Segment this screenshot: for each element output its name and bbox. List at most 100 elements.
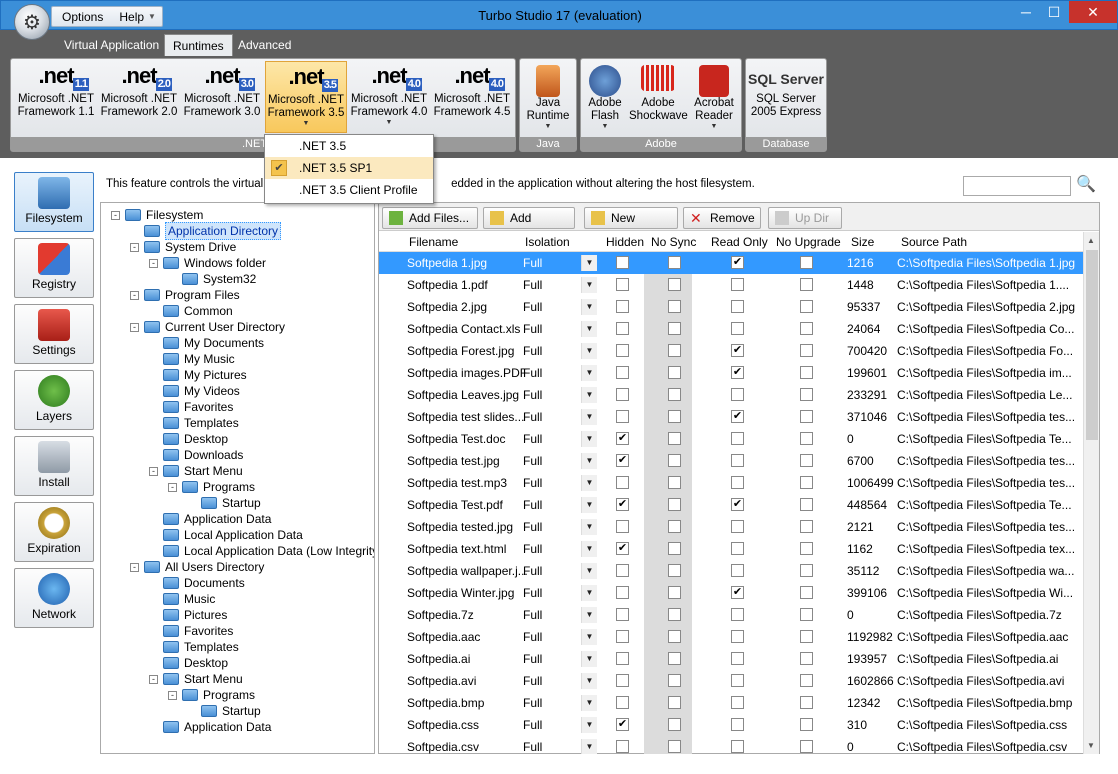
close-button[interactable]: ✕ (1069, 1, 1117, 23)
noupgrade-checkbox[interactable] (800, 454, 813, 467)
hidden-checkbox[interactable] (616, 300, 629, 313)
tree-node[interactable]: Local Application Data (149, 527, 303, 543)
noupgrade-checkbox[interactable] (800, 432, 813, 445)
nosync-checkbox[interactable] (668, 718, 681, 731)
table-row[interactable]: Softpedia Winter.jpg Full ▼ ✔ 399106 C:\Softp… (379, 582, 1083, 604)
table-row[interactable]: Softpedia 1.pdf Full ▼ 1448 C:\Softpedia Fil… (379, 274, 1083, 296)
noupgrade-checkbox[interactable] (800, 520, 813, 533)
net-4-0-button[interactable]: .net 4.0 Microsoft .NET Framework 4.0 ▼ (348, 61, 430, 133)
readonly-checkbox[interactable]: ✔ (731, 344, 744, 357)
dropdown-item-net35[interactable]: .NET 3.5 (265, 135, 433, 157)
nosync-checkbox[interactable] (668, 608, 681, 621)
tree-node[interactable]: Favorites (149, 399, 233, 415)
col-readonly[interactable]: Read Only (711, 235, 768, 249)
nav-settings[interactable]: Settings (14, 304, 94, 364)
readonly-checkbox[interactable] (731, 300, 744, 313)
tree-node[interactable]: Startup (187, 703, 261, 719)
isolation-dropdown-icon[interactable]: ▼ (581, 343, 597, 359)
up-dir-button[interactable]: Up Dir (768, 207, 842, 229)
isolation-dropdown-icon[interactable]: ▼ (581, 299, 597, 315)
isolation-dropdown-icon[interactable]: ▼ (581, 497, 597, 513)
hidden-checkbox[interactable] (616, 674, 629, 687)
net-3-0-button[interactable]: .net 3.0 Microsoft .NET Framework 3.0 (181, 61, 263, 133)
hidden-checkbox[interactable] (616, 586, 629, 599)
noupgrade-checkbox[interactable] (800, 300, 813, 313)
scrollbar-thumb[interactable] (1086, 250, 1098, 440)
tree-node[interactable]: - Start Menu (149, 463, 243, 479)
isolation-dropdown-icon[interactable]: ▼ (581, 321, 597, 337)
isolation-dropdown-icon[interactable]: ▼ (581, 629, 597, 645)
col-filename[interactable]: Filename (409, 235, 458, 249)
readonly-checkbox[interactable] (731, 674, 744, 687)
tree-node[interactable]: Downloads (149, 447, 243, 463)
isolation-dropdown-icon[interactable]: ▼ (581, 651, 597, 667)
nosync-checkbox[interactable] (668, 388, 681, 401)
noupgrade-checkbox[interactable] (800, 674, 813, 687)
noupgrade-checkbox[interactable] (800, 718, 813, 731)
hidden-checkbox[interactable] (616, 476, 629, 489)
app-menu-orb[interactable]: ⚙ (14, 4, 50, 40)
readonly-checkbox[interactable] (731, 322, 744, 335)
hidden-checkbox[interactable] (616, 696, 629, 709)
table-row[interactable]: Softpedia Forest.jpg Full ▼ ✔ 700420 C:\Softp… (379, 340, 1083, 362)
tree-node[interactable]: Desktop (149, 431, 228, 447)
adobe-flash-button[interactable]: Adobe Flash ▼ (583, 61, 627, 133)
nosync-checkbox[interactable] (668, 322, 681, 335)
collapse-icon[interactable]: - (168, 690, 177, 700)
nosync-checkbox[interactable] (668, 278, 681, 291)
isolation-dropdown-icon[interactable]: ▼ (581, 519, 597, 535)
hidden-checkbox[interactable]: ✔ (616, 718, 629, 731)
net-4-5-button[interactable]: .net 4.0 Microsoft .NET Framework 4.5 (431, 61, 513, 133)
nav-layers[interactable]: Layers (14, 370, 94, 430)
hidden-checkbox[interactable] (616, 278, 629, 291)
readonly-checkbox[interactable] (731, 520, 744, 533)
noupgrade-checkbox[interactable] (800, 586, 813, 599)
noupgrade-checkbox[interactable] (800, 366, 813, 379)
noupgrade-checkbox[interactable] (800, 630, 813, 643)
readonly-checkbox[interactable] (731, 718, 744, 731)
tree-node[interactable]: My Videos (149, 383, 240, 399)
isolation-dropdown-icon[interactable]: ▼ (581, 365, 597, 381)
vertical-scrollbar[interactable]: ▲ ▼ (1083, 232, 1099, 754)
nav-network[interactable]: Network (14, 568, 94, 628)
hidden-checkbox[interactable] (616, 608, 629, 621)
hidden-checkbox[interactable] (616, 564, 629, 577)
noupgrade-checkbox[interactable] (800, 344, 813, 357)
tree-node[interactable]: Pictures (149, 607, 227, 623)
col-isolation[interactable]: Isolation (525, 235, 570, 249)
isolation-dropdown-icon[interactable]: ▼ (581, 277, 597, 293)
readonly-checkbox[interactable] (731, 696, 744, 709)
add-folder-button[interactable]: Add Folder (483, 207, 575, 245)
acrobat-reader-button[interactable]: Acrobat Reader ▼ (689, 61, 739, 133)
readonly-checkbox[interactable]: ✔ (731, 256, 744, 269)
table-row[interactable]: Softpedia test slides... Full ▼ ✔ 371046 C:\S… (379, 406, 1083, 428)
nosync-checkbox[interactable] (668, 410, 681, 423)
isolation-dropdown-icon[interactable]: ▼ (581, 739, 597, 754)
col-hidden[interactable]: Hidden (606, 235, 644, 249)
search-input[interactable] (963, 176, 1071, 196)
maximize-button[interactable]: ☐ (1041, 1, 1067, 23)
tree-node[interactable]: - Filesystem (111, 207, 203, 223)
nosync-checkbox[interactable] (668, 586, 681, 599)
tree-node[interactable]: - Programs (168, 479, 255, 495)
scroll-down-icon[interactable]: ▼ (1087, 741, 1095, 750)
hidden-checkbox[interactable]: ✔ (616, 432, 629, 445)
hidden-checkbox[interactable]: ✔ (616, 542, 629, 555)
isolation-dropdown-icon[interactable]: ▼ (581, 607, 597, 623)
collapse-icon[interactable]: - (130, 290, 139, 300)
table-row[interactable]: Softpedia text.html Full ▼ ✔ 1162 C:\Softpedi… (379, 538, 1083, 560)
noupgrade-checkbox[interactable] (800, 410, 813, 423)
table-row[interactable]: Softpedia.ai Full ▼ 193957 C:\Softpedia File… (379, 648, 1083, 670)
nosync-checkbox[interactable] (668, 696, 681, 709)
add-files-button[interactable]: Add Files... (382, 207, 478, 229)
noupgrade-checkbox[interactable] (800, 498, 813, 511)
readonly-checkbox[interactable] (731, 564, 744, 577)
table-row[interactable]: Softpedia tested.jpg Full ▼ 2121 C:\Softpedi… (379, 516, 1083, 538)
readonly-checkbox[interactable] (731, 432, 744, 445)
collapse-icon[interactable]: - (149, 258, 158, 268)
noupgrade-checkbox[interactable] (800, 740, 813, 753)
collapse-icon[interactable]: - (111, 210, 120, 220)
tree-node[interactable]: - Programs (168, 687, 255, 703)
readonly-checkbox[interactable] (731, 454, 744, 467)
tree-node[interactable]: Application Data (149, 511, 271, 527)
